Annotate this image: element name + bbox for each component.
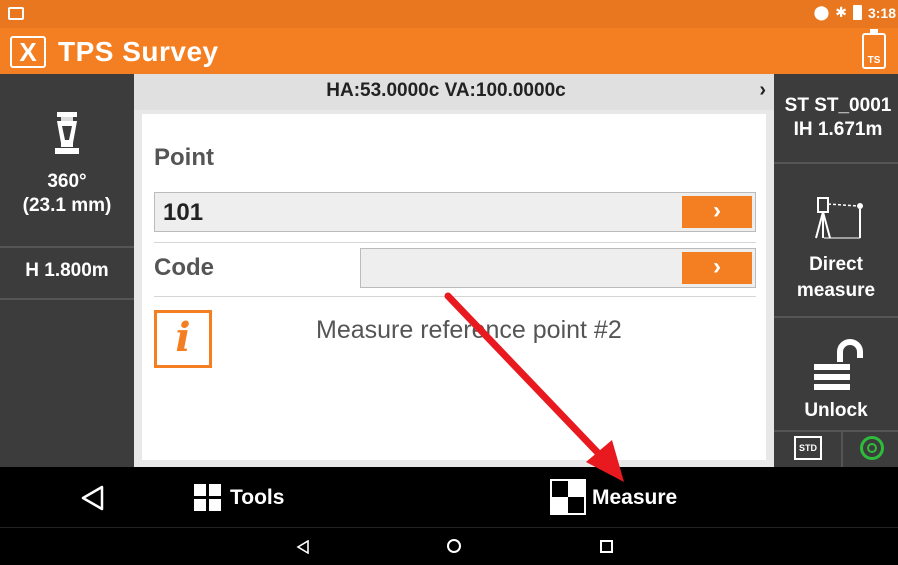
- angles-readout: HA:53.0000c VA:100.0000c: [326, 80, 566, 101]
- bottom-toolbar: Tools Measure: [0, 467, 898, 527]
- direct-measure-label-2: measure: [796, 280, 876, 301]
- gallery-icon: [8, 7, 24, 20]
- angles-header[interactable]: HA:53.0000c VA:100.0000c ›: [134, 74, 774, 110]
- nav-home-icon[interactable]: [447, 539, 461, 553]
- chevron-right-icon[interactable]: ›: [759, 79, 766, 102]
- clock: 3:18: [867, 4, 896, 21]
- measure-button[interactable]: Measure: [592, 486, 677, 510]
- bluetooth-icon: ✱: [835, 4, 847, 20]
- point-value: 101: [163, 199, 204, 226]
- direct-measure-button[interactable]: Direct measure: [774, 252, 898, 304]
- tools-button[interactable]: Tools: [230, 486, 284, 510]
- station-info[interactable]: ST ST_0001 IH 1.671m: [778, 94, 898, 142]
- app-logo[interactable]: X: [10, 36, 46, 68]
- divider: [774, 430, 898, 432]
- divider: [154, 242, 756, 243]
- chevron-right-icon: ›: [713, 253, 721, 280]
- direct-measure-label-1: Direct: [809, 254, 863, 275]
- prism-angle: 360°: [47, 171, 87, 192]
- measure-form: Point 101 › Code › i Measure reference p…: [142, 114, 766, 460]
- divider: [774, 316, 898, 318]
- station-name: ST ST_0001: [784, 95, 892, 116]
- status-icons: ⬤ ✱ 3:18: [814, 4, 896, 21]
- point-select-button[interactable]: ›: [682, 196, 752, 228]
- total-station-battery-icon[interactable]: TS: [862, 29, 886, 69]
- station-panel: ST ST_0001 IH 1.671m Direct measure Unlo…: [774, 74, 898, 467]
- system-nav-bar: [0, 527, 898, 565]
- divider: [841, 432, 843, 467]
- status-bar: ⬤ ✱ 3:18: [0, 0, 898, 28]
- main-content: Point 101 › Code › i Measure reference p…: [134, 110, 774, 467]
- gps-status-icon[interactable]: [860, 436, 884, 460]
- info-icon: i: [154, 310, 212, 368]
- unlock-button[interactable]: Unlock: [774, 400, 898, 422]
- target-panel: 360° (23.1 mm) H 1.800m: [0, 74, 134, 467]
- app-title: TPS Survey: [58, 36, 219, 67]
- ts-badge: TS: [867, 55, 881, 66]
- point-input[interactable]: 101 ›: [154, 192, 756, 232]
- info-message: Measure reference point #2: [316, 316, 622, 344]
- direct-measure-icon[interactable]: [814, 192, 870, 244]
- divider: [774, 162, 898, 164]
- target-height[interactable]: H 1.800m: [0, 260, 134, 282]
- unlock-icon[interactable]: [810, 336, 866, 396]
- prism-info[interactable]: 360° (23.1 mm): [0, 170, 134, 218]
- instrument-height: IH 1.671m: [793, 119, 883, 140]
- code-select-button[interactable]: ›: [682, 252, 752, 284]
- code-input[interactable]: ›: [360, 248, 756, 288]
- prism-icon[interactable]: [48, 110, 86, 160]
- prism-constant: (23.1 mm): [22, 195, 112, 216]
- location-icon: ⬤: [813, 4, 830, 20]
- measure-icon[interactable]: [550, 479, 586, 515]
- chevron-right-icon: ›: [713, 197, 721, 224]
- nav-recents-icon[interactable]: [600, 540, 613, 553]
- divider: [154, 296, 756, 297]
- app-bar: X TPS Survey TS: [0, 28, 898, 74]
- battery-icon: [852, 5, 862, 20]
- divider: [0, 246, 134, 248]
- tools-icon[interactable]: [194, 484, 222, 512]
- std-mode-button[interactable]: STD: [794, 436, 822, 460]
- code-label: Code: [154, 254, 214, 281]
- back-icon[interactable]: [80, 485, 106, 511]
- nav-back-icon[interactable]: [296, 540, 310, 554]
- divider: [0, 298, 134, 300]
- point-label: Point: [154, 144, 214, 171]
